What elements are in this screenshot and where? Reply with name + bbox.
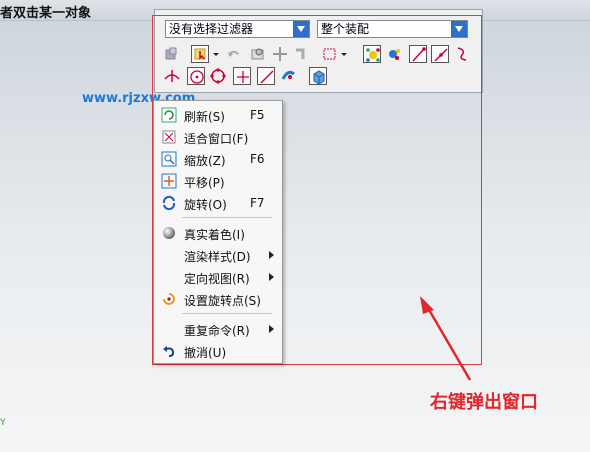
annotation-text: 右键弹出窗口 bbox=[430, 392, 538, 413]
menu-item-orient-view[interactable]: 定向视图(R) bbox=[154, 266, 282, 288]
refresh-icon bbox=[161, 107, 177, 123]
menu-item-label: 真实着色(I) bbox=[184, 228, 245, 242]
rotate-icon bbox=[161, 195, 177, 211]
menu-item-label: 重复命令(R) bbox=[184, 324, 250, 338]
fit-window-icon bbox=[161, 129, 177, 145]
menu-item-label: 适合窗口(F) bbox=[184, 132, 249, 146]
menu-separator bbox=[182, 313, 272, 314]
zoom-icon bbox=[161, 151, 177, 167]
submenu-arrow-icon bbox=[269, 325, 274, 333]
rotation-point-icon bbox=[161, 291, 177, 307]
undo-icon bbox=[161, 343, 177, 359]
menu-item-shortcut: F7 bbox=[250, 196, 265, 210]
context-menu: 刷新(S) F5 适合窗口(F) 缩放(Z) F6 平移(P) 旋转(O) F7… bbox=[153, 100, 283, 364]
pan-icon bbox=[161, 173, 177, 189]
menu-item-refresh[interactable]: 刷新(S) F5 bbox=[154, 104, 282, 126]
menu-item-label: 撤消(U) bbox=[184, 346, 227, 360]
menu-item-label: 设置旋转点(S) bbox=[184, 294, 261, 308]
menu-item-zoom[interactable]: 缩放(Z) F6 bbox=[154, 148, 282, 170]
menu-item-undo[interactable]: 撤消(U) bbox=[154, 340, 282, 362]
menu-item-label: 旋转(O) bbox=[184, 198, 227, 212]
menu-item-rotate[interactable]: 旋转(O) F7 bbox=[154, 192, 282, 214]
menu-item-label: 渲染样式(D) bbox=[184, 250, 251, 264]
menu-item-render-style[interactable]: 渲染样式(D) bbox=[154, 244, 282, 266]
menu-item-label: 平移(P) bbox=[184, 176, 225, 190]
sphere-icon bbox=[161, 225, 177, 241]
menu-item-true-shading[interactable]: 真实着色(I) bbox=[154, 222, 282, 244]
menu-item-fit-window[interactable]: 适合窗口(F) bbox=[154, 126, 282, 148]
menu-item-label: 刷新(S) bbox=[184, 110, 225, 124]
menu-item-shortcut: F6 bbox=[250, 152, 265, 166]
menu-item-set-rotation-point[interactable]: 设置旋转点(S) bbox=[154, 288, 282, 310]
submenu-arrow-icon bbox=[269, 273, 274, 281]
window-title: 者双击某一对象 bbox=[0, 6, 92, 21]
menu-item-shortcut: F5 bbox=[250, 108, 265, 122]
menu-item-label: 缩放(Z) bbox=[184, 154, 226, 168]
menu-item-repeat-command[interactable]: 重复命令(R) bbox=[154, 318, 282, 340]
axis-label: Y bbox=[0, 418, 6, 428]
menu-item-label: 定向视图(R) bbox=[184, 272, 250, 286]
menu-separator bbox=[182, 217, 272, 218]
menu-item-pan[interactable]: 平移(P) bbox=[154, 170, 282, 192]
submenu-arrow-icon bbox=[269, 251, 274, 259]
